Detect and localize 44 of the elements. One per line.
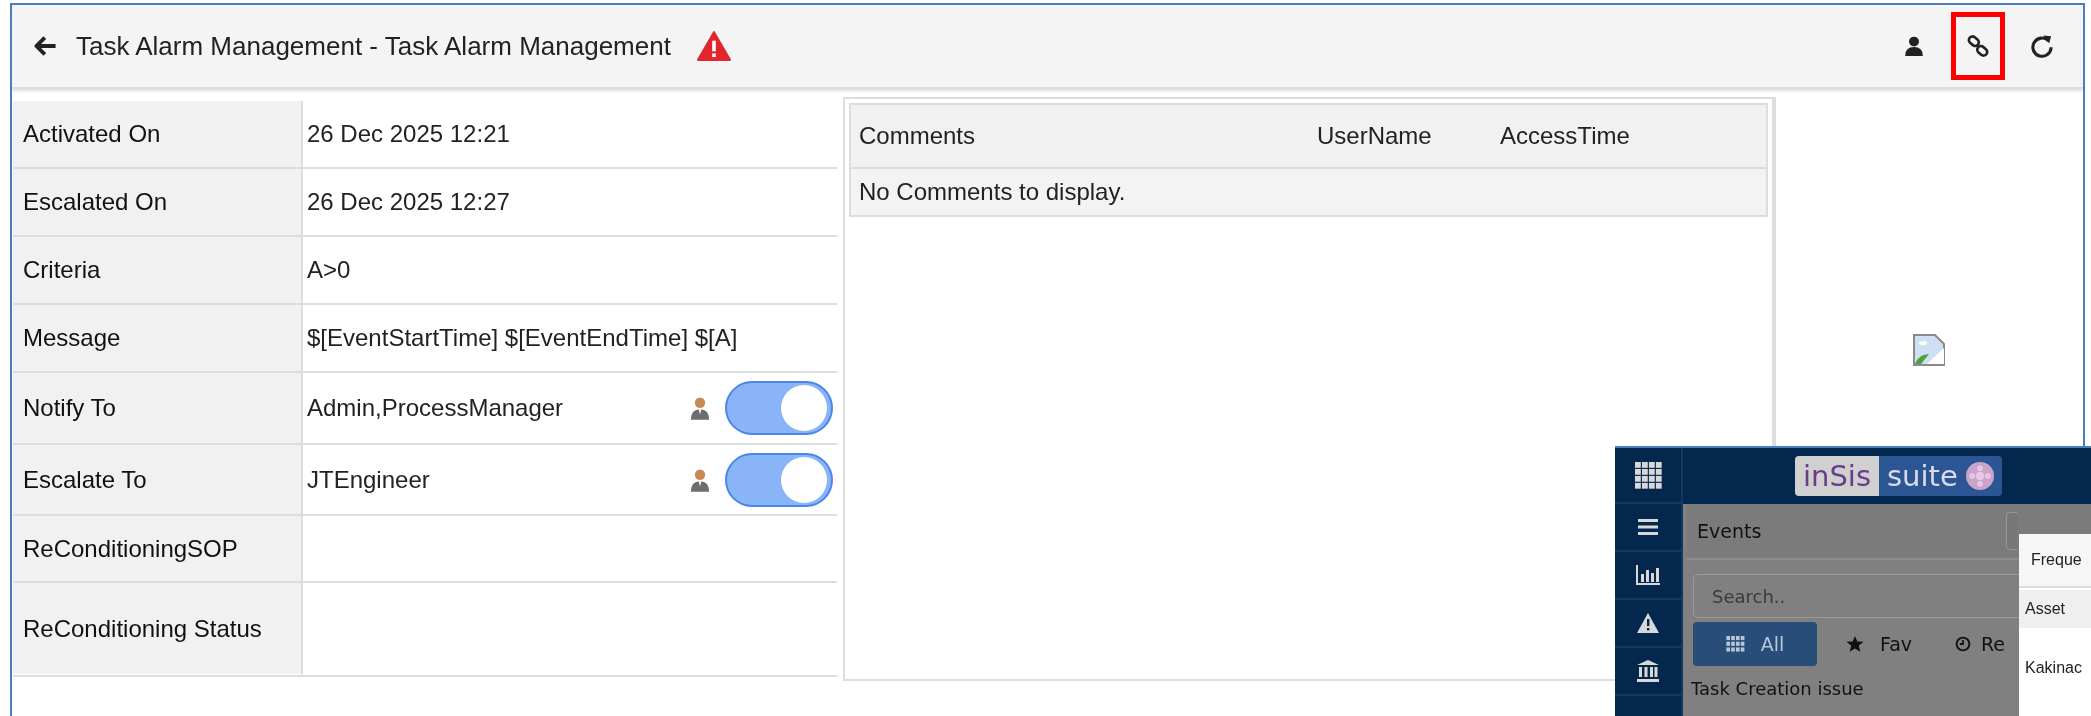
toggle-switch[interactable] [725,381,833,435]
broken-image-icon [1913,334,1946,366]
tab[interactable]: Fav [1817,622,1941,666]
popup-heading: Freque [2031,551,2082,569]
back-arrow-icon[interactable] [34,34,58,58]
field-value: $[EventStartTime] $[EventEndTime] $[A] [307,324,738,352]
field-label: Message [13,303,303,371]
field-label: ReConditioningSOP [13,514,303,581]
menu-icon[interactable] [1638,519,1658,535]
bank-icon[interactable] [1637,660,1659,682]
grid-icon [1725,636,1745,652]
apps-grid-icon[interactable] [1634,461,1662,489]
app-logo: inSis suite [1795,456,2002,496]
warning-icon[interactable] [1637,613,1659,633]
star-icon [1845,635,1864,653]
field-value: 26 Dec 2025 12:21 [307,120,510,148]
refresh-icon [2029,33,2055,59]
field-label: Escalated On [13,167,303,235]
column-header: Comments [859,122,977,150]
column-header: Asset [2025,600,2065,618]
highlighted-tool-button[interactable] [1951,12,2005,80]
toggle-switch[interactable] [725,452,833,507]
person-icon [689,395,711,421]
field-value: A>0 [307,256,351,284]
field-label: Criteria [13,235,303,303]
empty-message: No Comments to display. [859,178,1126,206]
column-header: UserName [1317,122,1433,150]
column-header: AccessTime [1500,122,1631,150]
field-value: Admin,ProcessManager [307,394,564,422]
clock-icon [1955,636,1971,652]
field-value: JTEngineer [307,465,430,494]
bar-chart-icon[interactable] [1636,565,1660,585]
field-value: 26 Dec 2025 12:27 [307,188,510,216]
field-label: Escalate To [13,443,303,514]
table-cell: Kakinac [2025,659,2082,677]
panel-title: Events [1697,520,1762,542]
user-icon [1903,35,1925,57]
tab[interactable]: Re [1941,622,2006,666]
link-icon [1966,34,1990,58]
tab[interactable]: All [1693,622,1817,666]
page-title: Task Alarm Management - Task Alarm Management [76,30,671,62]
field-label: Activated On [13,101,303,167]
field-label: Notify To [13,371,303,443]
field-label: ReConditioning Status [13,581,303,674]
